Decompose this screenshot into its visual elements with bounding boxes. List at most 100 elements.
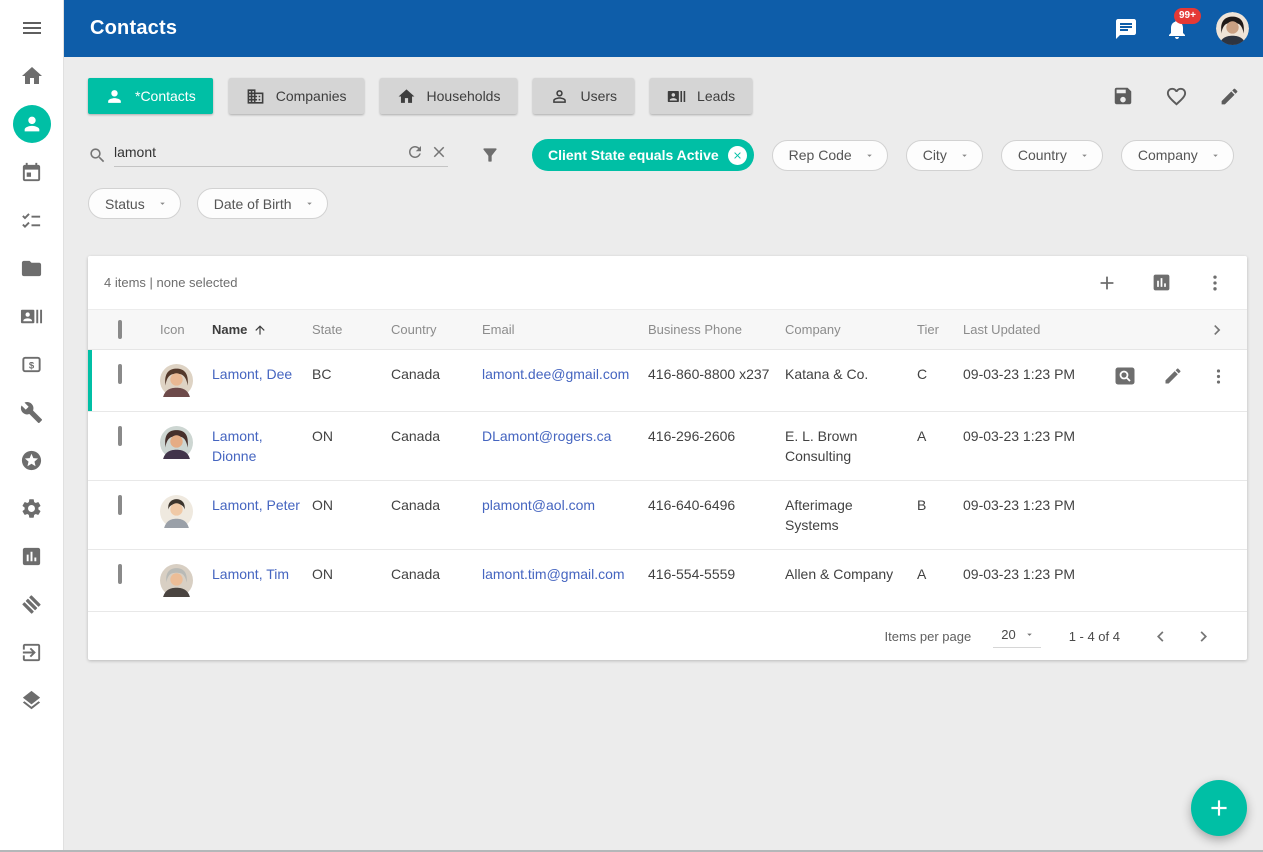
view-actions xyxy=(1112,85,1247,108)
sidebar-item-reports[interactable] xyxy=(0,532,64,580)
tab-households-label: Households xyxy=(427,88,501,104)
contact-name-link[interactable]: Lamont, Peter xyxy=(212,497,300,513)
table-row[interactable]: Lamont, Dionne ON Canada DLamont@rogers.… xyxy=(88,412,1247,481)
contact-avatar-image xyxy=(160,495,193,528)
active-filter-chip[interactable]: Client State equals Active xyxy=(532,139,754,171)
notifications-button[interactable]: 99+ xyxy=(1165,17,1189,41)
column-header-name[interactable]: Name xyxy=(212,322,312,337)
filter-chip-company[interactable]: Company xyxy=(1121,140,1234,171)
sidebar-item-favorites[interactable] xyxy=(0,436,64,484)
tab-contacts[interactable]: *Contacts xyxy=(88,78,213,114)
table-header: Icon Name State Country Email Business P… xyxy=(88,309,1247,350)
next-page-button[interactable] xyxy=(1193,626,1214,647)
content-area: *Contacts Companies Households Users Lea… xyxy=(64,57,1263,852)
tab-companies[interactable]: Companies xyxy=(229,78,364,114)
sidebar-item-documents[interactable] xyxy=(0,244,64,292)
cell-phone: 416-554-5559 xyxy=(648,564,785,584)
contact-name-link[interactable]: Lamont, Tim xyxy=(212,566,289,582)
scroll-columns-right-button[interactable] xyxy=(1207,320,1227,340)
preview-contact-button[interactable] xyxy=(1113,364,1137,388)
page-size-select[interactable]: 20 xyxy=(993,624,1040,648)
select-all-checkbox[interactable] xyxy=(118,320,122,339)
edit-view-button[interactable] xyxy=(1219,86,1240,107)
column-header-company[interactable]: Company xyxy=(785,322,917,337)
sidebar-item-tasks[interactable] xyxy=(0,196,64,244)
chart-view-button[interactable] xyxy=(1151,272,1172,293)
chat-icon xyxy=(1114,17,1138,41)
pencil-icon xyxy=(1163,366,1183,386)
folder-icon xyxy=(20,257,43,280)
contact-name-link[interactable]: Lamont, Dee xyxy=(212,366,292,382)
exit-to-app-icon xyxy=(20,641,43,664)
refresh-icon[interactable] xyxy=(406,143,424,161)
tab-users[interactable]: Users xyxy=(533,78,634,114)
sidebar-item-contacts[interactable] xyxy=(0,100,64,148)
save-view-button[interactable] xyxy=(1112,85,1134,107)
table-menu-button[interactable] xyxy=(1205,273,1225,293)
home-icon xyxy=(20,64,44,88)
filter-funnel-button[interactable] xyxy=(480,145,500,165)
filter-chip-date-of-birth[interactable]: Date of Birth xyxy=(197,188,328,219)
tab-leads[interactable]: Leads xyxy=(650,78,752,114)
sidebar-item-exit[interactable] xyxy=(0,628,64,676)
filter-chip-city[interactable]: City xyxy=(906,140,983,171)
column-header-state[interactable]: State xyxy=(312,322,391,337)
chip-label: Company xyxy=(1138,147,1198,163)
search-input[interactable] xyxy=(114,144,400,160)
row-checkbox[interactable] xyxy=(118,564,122,584)
user-avatar[interactable] xyxy=(1216,12,1249,45)
previous-page-button[interactable] xyxy=(1150,626,1171,647)
column-header-tier[interactable]: Tier xyxy=(917,322,963,337)
table-row[interactable]: Lamont, Peter ON Canada plamont@aol.com … xyxy=(88,481,1247,550)
page-range-label: 1 - 4 of 4 xyxy=(1069,629,1120,644)
notification-badge: 99+ xyxy=(1174,8,1201,24)
sidebar-item-home[interactable] xyxy=(0,52,64,100)
menu-button[interactable] xyxy=(20,16,44,40)
cell-company: Katana & Co. xyxy=(785,364,917,384)
sidebar-item-billing[interactable]: $ xyxy=(0,340,64,388)
column-header-icon[interactable]: Icon xyxy=(160,322,212,337)
column-header-country[interactable]: Country xyxy=(391,322,482,337)
sidebar-item-campaigns[interactable] xyxy=(0,580,64,628)
filter-chip-country[interactable]: Country xyxy=(1001,140,1103,171)
sidebar-item-calendar[interactable] xyxy=(0,148,64,196)
contact-avatar xyxy=(160,564,212,597)
contact-avatar xyxy=(160,426,212,459)
row-menu-button[interactable] xyxy=(1209,367,1228,386)
remove-filter-button[interactable] xyxy=(728,146,747,165)
chat-button[interactable] xyxy=(1114,17,1138,41)
sidebar-item-address-book[interactable] xyxy=(0,292,64,340)
filter-chip-status[interactable]: Status xyxy=(88,188,181,219)
filter-chip-rep-code[interactable]: Rep Code xyxy=(772,140,888,171)
contact-email-link[interactable]: plamont@aol.com xyxy=(482,497,595,513)
column-header-updated[interactable]: Last Updated xyxy=(963,322,1113,337)
cell-state: ON xyxy=(312,426,391,446)
contact-email-link[interactable]: DLamont@rogers.ca xyxy=(482,428,611,444)
row-checkbox[interactable] xyxy=(118,426,122,446)
add-column-button[interactable] xyxy=(1096,272,1118,294)
search-input-wrap xyxy=(114,143,448,167)
column-header-phone[interactable]: Business Phone xyxy=(648,322,785,337)
favorite-view-button[interactable] xyxy=(1165,85,1188,108)
column-header-email[interactable]: Email xyxy=(482,322,648,337)
row-checkbox[interactable] xyxy=(118,364,122,384)
add-contact-fab[interactable] xyxy=(1191,780,1247,836)
more-vert-icon xyxy=(1209,367,1228,386)
clear-search-icon[interactable] xyxy=(430,143,448,161)
table-row[interactable]: Lamont, Tim ON Canada lamont.tim@gmail.c… xyxy=(88,550,1247,612)
table-row[interactable]: Lamont, Dee BC Canada lamont.dee@gmail.c… xyxy=(88,350,1247,412)
plus-icon xyxy=(1206,795,1232,821)
sidebar-item-tools[interactable] xyxy=(0,388,64,436)
contact-name-link[interactable]: Lamont, Dionne xyxy=(212,428,263,464)
sidebar-item-layers[interactable] xyxy=(0,676,64,724)
table-toolbar-icons xyxy=(1096,272,1225,294)
chevron-down-icon xyxy=(959,150,970,161)
row-checkbox[interactable] xyxy=(118,495,122,515)
search-field xyxy=(88,143,448,167)
edit-contact-button[interactable] xyxy=(1163,366,1183,386)
house-icon xyxy=(397,87,416,106)
sidebar-item-settings[interactable] xyxy=(0,484,64,532)
tab-households[interactable]: Households xyxy=(380,78,518,114)
contact-email-link[interactable]: lamont.tim@gmail.com xyxy=(482,566,625,582)
contact-email-link[interactable]: lamont.dee@gmail.com xyxy=(482,366,629,382)
